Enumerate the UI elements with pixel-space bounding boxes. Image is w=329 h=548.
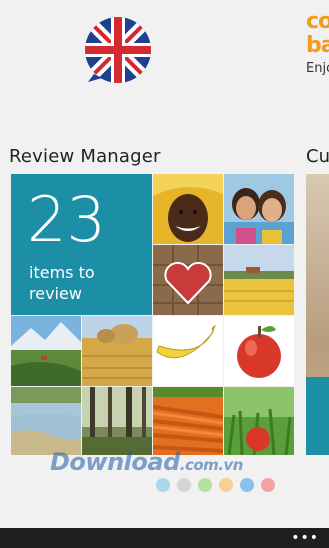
page-dot[interactable] [198, 478, 212, 492]
review-count: 23 [27, 183, 106, 256]
photo-heart-graffiti[interactable] [153, 245, 223, 315]
watermark-domain: .com.vn [179, 456, 244, 474]
next-panel-preview[interactable] [306, 174, 329, 455]
page-indicator [156, 478, 275, 492]
page-dot[interactable] [219, 478, 233, 492]
review-count-tile[interactable]: 23 items to review [11, 174, 152, 315]
photo-banana[interactable] [153, 316, 223, 386]
app-brand-logo: co ba Enjo [306, 10, 329, 90]
photo-hay-bales[interactable] [82, 316, 152, 386]
watermark-main: Download [50, 448, 180, 476]
app-bar: ••• [0, 528, 329, 548]
photo-forest[interactable] [82, 387, 152, 455]
more-icon[interactable]: ••• [291, 531, 319, 545]
watermark: Download.com.vn [50, 448, 243, 476]
next-panel-accent [306, 377, 329, 455]
photo-wheat-field[interactable] [224, 245, 294, 315]
page-dot[interactable] [177, 478, 191, 492]
photo-red-apple[interactable] [224, 316, 294, 386]
photo-mountain-valley[interactable] [11, 316, 81, 386]
brand-line-2: ba [306, 33, 329, 58]
next-section-title[interactable]: Cu [306, 146, 329, 167]
caption-line-1: items to [29, 263, 95, 282]
photo-two-girls[interactable] [224, 174, 294, 244]
photo-apple-in-grass[interactable] [224, 387, 294, 455]
photo-lake-reeds[interactable] [11, 387, 81, 455]
page-dot[interactable] [240, 478, 254, 492]
section-title-review-manager: Review Manager [9, 146, 161, 167]
page-dot[interactable] [156, 478, 170, 492]
caption-line-2: review [29, 284, 82, 303]
brand-subtitle: Enjo [306, 61, 329, 76]
review-caption: items to review [29, 262, 139, 304]
photo-carrots[interactable] [153, 387, 223, 455]
page-dot[interactable] [261, 478, 275, 492]
photo-african-child[interactable] [153, 174, 223, 244]
brand-line-1: co [306, 10, 329, 34]
uk-flag-icon[interactable] [84, 16, 152, 84]
